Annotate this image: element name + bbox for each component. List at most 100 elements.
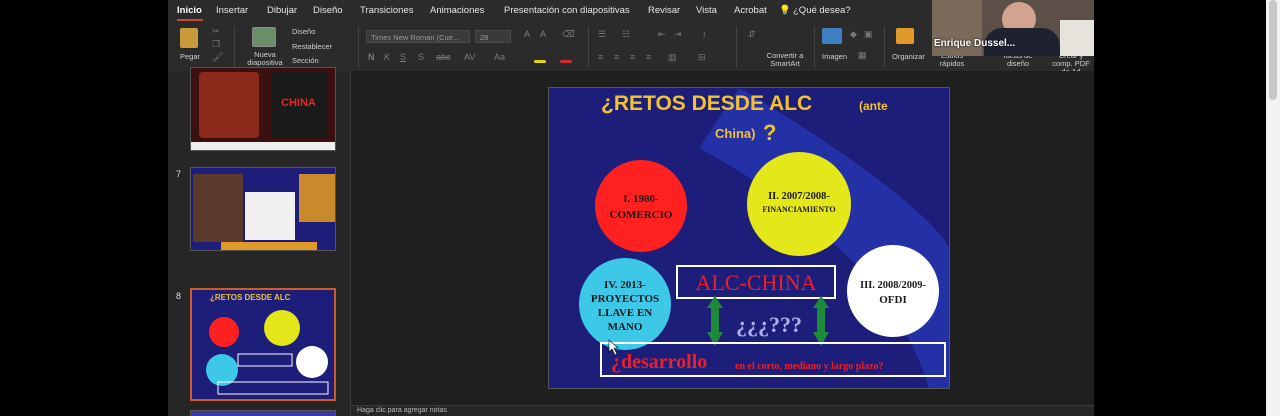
slide-thumbnail-6[interactable]: CHINA [190,67,336,151]
strike-icon[interactable]: abc [436,52,451,62]
new-slide-label[interactable]: Nueva diapositiva [244,51,286,67]
font-color-icon[interactable] [560,60,572,63]
slide-link-bar [221,242,317,250]
slide-thumbnail-8-selected[interactable]: ¿RETOS DESDE ALC [190,288,336,401]
arrange-icon[interactable] [896,28,914,44]
reset-button[interactable]: Restablecer [292,42,332,51]
circle-ofdi [847,245,939,337]
slide-title-china: China) [715,126,755,141]
bullets-icon[interactable]: ☰ [598,29,606,40]
slide-title-question: ? [763,120,776,145]
spacing-icon[interactable]: AV [464,52,475,62]
tab-animaciones[interactable]: Animaciones [430,5,484,16]
tell-me-search[interactable]: ¿Qué desea? [793,5,851,16]
outdent-icon[interactable]: ⇥ [674,29,682,40]
slide-thumbnail-7[interactable] [190,167,336,251]
font-size-box[interactable]: 28 [475,30,511,43]
participant-name: Enrique Dussel... [934,38,1016,49]
increase-font-icon[interactable]: A [524,29,530,39]
line-spacing-icon[interactable]: ↕ [702,29,707,39]
book-cover-image [199,72,259,138]
slide-title-paren: (ante [859,99,888,113]
book-cover-image [299,174,335,222]
circle-comercio-line2: COMERCIO [610,209,673,221]
textbox-icon[interactable]: ▣ [864,29,873,40]
bold-icon[interactable]: N [368,52,375,62]
slide-number-8: 8 [176,291,182,301]
slide-editor: ¿RETOS DESDE ALC (ante China) ? I. 1980-… [351,71,1094,416]
circle-proyectos-line2: PROYECTOS [591,293,659,305]
copy-icon[interactable]: ❐ [212,39,220,50]
participant-video: Enrique Dussel... [932,0,1094,56]
notes-placeholder[interactable]: Haga clic para agregar notas [357,407,447,414]
circle-ofdi-line2: OFDI [879,294,907,306]
document-image [245,192,295,240]
format-painter-icon[interactable]: 🖌 [212,52,223,63]
thumb-alc-box [237,353,293,367]
circle-proyectos-line1: IV. 2013- [604,279,646,291]
tab-diseno[interactable]: Diseño [313,5,343,16]
arrow-right [813,296,829,346]
circle-comercio-line1: I. 1980- [623,193,659,205]
thumb-desarrollo-box [217,381,329,395]
highlight-icon[interactable] [534,60,546,63]
tab-insertar[interactable]: Insertar [216,5,248,16]
paste-icon[interactable] [180,28,198,48]
thumb-title: ¿RETOS DESDE ALC [210,293,291,302]
book-cover-image [193,174,243,242]
svg-text:CHINA: CHINA [281,97,316,109]
convert-smartart-button[interactable]: Convertir a SmartArt [762,52,808,68]
active-tab-indicator [177,19,203,21]
page-scrollbar[interactable] [1266,0,1280,416]
circle-financiamiento-line1: II. 2007/2008- [768,191,830,202]
desarrollo-text: ¿desarrollo [611,351,707,373]
shapes-icon[interactable]: ◆ [850,29,857,40]
tab-transiciones[interactable]: Transiciones [360,5,414,16]
text-align-icon[interactable]: ⊟ [698,52,706,63]
paste-label: Pegar [180,52,201,61]
tab-vista[interactable]: Vista [696,5,717,16]
circle-comercio [595,160,687,252]
tab-revisar[interactable]: Revisar [648,5,680,16]
powerpoint-window: Inicio Insertar Dibujar Diseño Transicio… [168,0,1094,416]
text-direction-icon[interactable]: ⇵ [748,29,756,40]
lightbulb-icon: 💡 [779,5,791,16]
italic-icon[interactable]: K [384,52,390,62]
align-right-icon[interactable]: ≡ [630,52,635,62]
notes-pane[interactable]: Haga clic para agregar notas [351,405,1094,416]
tab-inicio[interactable]: Inicio [177,5,202,16]
scrollbar-thumb[interactable] [1269,0,1277,100]
circle-proyectos-line3: LLAVE EN [598,307,653,319]
tab-presentacion[interactable]: Presentación con diapositivas [504,5,630,16]
case-icon[interactable]: Aa [494,52,505,62]
shadow-icon[interactable]: S [418,52,424,62]
tab-dibujar[interactable]: Dibujar [267,5,297,16]
align-left-icon[interactable]: ≡ [598,52,603,62]
circle-proyectos-line4: MANO [608,321,643,333]
tab-acrobat[interactable]: Acrobat [734,5,767,16]
alc-china-text: ALC-CHINA [696,270,817,295]
slide-thumbnail-9[interactable] [190,410,336,416]
indent-icon[interactable]: ⇤ [658,29,666,40]
layout-button[interactable]: Diseño [292,27,315,36]
image-label[interactable]: Imagen [822,52,847,61]
underline-icon[interactable]: S [400,52,406,62]
smartart-icon[interactable]: ▦ [858,50,867,61]
decrease-font-icon[interactable]: A [540,29,546,39]
cut-icon[interactable]: ✂ [212,26,220,37]
image-icon[interactable] [822,28,842,44]
section-button[interactable]: Sección [292,56,319,65]
arrow-left [707,296,723,346]
new-slide-icon[interactable] [252,27,276,47]
columns-icon[interactable]: ▥ [668,52,677,63]
align-center-icon[interactable]: ≡ [614,52,619,62]
desarrollo-rest-text: en el corto, mediano y largo plazo? [735,361,884,372]
numbering-icon[interactable]: ☷ [622,29,630,40]
thumb-circle-red [209,317,239,347]
justify-icon[interactable]: ≡ [646,52,651,62]
arrange-label[interactable]: Organizar [892,52,925,61]
clear-format-icon[interactable]: ⌫ [562,29,575,40]
slide-caption-bar [191,142,335,150]
main-slide[interactable]: ¿RETOS DESDE ALC (ante China) ? I. 1980-… [549,88,949,388]
font-name-box[interactable]: Times New Roman (Cue... [366,30,470,43]
